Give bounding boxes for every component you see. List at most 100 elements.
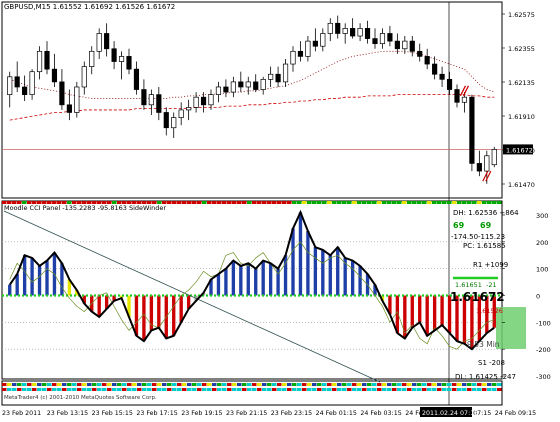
strip-color-cell bbox=[142, 388, 147, 391]
time-axis-label: 23 Feb 13:15 bbox=[47, 410, 88, 417]
strip-color-cell bbox=[102, 388, 107, 391]
time-axis-label: 23 Feb 21:15 bbox=[226, 410, 267, 417]
candle-bear bbox=[335, 22, 341, 34]
strip-color-cell bbox=[47, 383, 52, 386]
strip-color-cell bbox=[292, 388, 297, 391]
cci-axis-label: 0 bbox=[536, 293, 540, 301]
strip-color-cell bbox=[22, 383, 27, 386]
trend-color-cell bbox=[352, 201, 357, 204]
candle-bull bbox=[342, 28, 348, 34]
strip-color-cell bbox=[287, 388, 292, 391]
strip-color-cell bbox=[352, 383, 357, 386]
trend-color-cell bbox=[242, 201, 247, 204]
candle-bear bbox=[133, 68, 140, 90]
strip-color-cell bbox=[252, 388, 257, 391]
strip-color-cell bbox=[197, 383, 202, 386]
strip-color-cell bbox=[342, 388, 347, 391]
strip-color-cell bbox=[252, 383, 257, 386]
time-axis-label: 23 Feb 15:15 bbox=[92, 410, 133, 417]
strip-color-cell bbox=[177, 388, 182, 391]
trend-color-cell bbox=[322, 201, 327, 204]
strip-color-cell bbox=[417, 383, 422, 386]
strip-color-cell bbox=[302, 383, 307, 386]
strip-color-cell bbox=[212, 383, 217, 386]
strip-color-cell bbox=[322, 388, 327, 391]
strip-color-cell bbox=[22, 388, 27, 391]
strip-color-cell bbox=[62, 388, 67, 391]
candle-bear bbox=[44, 50, 50, 70]
strip-color-cell bbox=[137, 388, 142, 391]
price-axis-label: 1.62135 bbox=[508, 79, 535, 87]
strip-color-cell bbox=[62, 383, 67, 386]
candle-bear bbox=[14, 76, 20, 88]
candle-bear bbox=[156, 94, 162, 113]
current-price-label: 1.61672 bbox=[506, 146, 533, 154]
strip-color-cell bbox=[92, 383, 97, 386]
strip-color-cell bbox=[422, 383, 427, 386]
strip-color-cell bbox=[207, 388, 212, 391]
trend-color-cell bbox=[312, 201, 317, 204]
strip-color-cell bbox=[387, 383, 392, 386]
strip-color-cell bbox=[257, 383, 262, 386]
trend-color-cell bbox=[422, 201, 427, 204]
candle-bull bbox=[89, 50, 95, 67]
strip-color-cell bbox=[262, 388, 267, 391]
time-highlight-label: 2011.02.24 07:15 bbox=[422, 410, 478, 417]
strip-color-cell bbox=[7, 388, 12, 391]
strip-color-cell bbox=[432, 383, 437, 386]
strip-color-cell bbox=[222, 388, 227, 391]
strip-color-cell bbox=[27, 383, 32, 386]
strip-color-cell bbox=[412, 383, 417, 386]
ten-count-a: 69 bbox=[453, 221, 465, 230]
trend-color-cell bbox=[372, 201, 377, 204]
strip-color-cell bbox=[402, 383, 407, 386]
candle-bear bbox=[454, 89, 460, 103]
strip-color-cell bbox=[297, 388, 302, 391]
strip-color-cell bbox=[237, 383, 242, 386]
strip-color-cell bbox=[372, 388, 377, 391]
strip-color-cell bbox=[262, 383, 267, 386]
strip-color-cell bbox=[187, 388, 192, 391]
candle-bear bbox=[104, 33, 110, 50]
trend-color-cell bbox=[452, 201, 457, 204]
candle-bull bbox=[178, 109, 184, 118]
trend-color-cell bbox=[347, 201, 352, 204]
strip-color-cell bbox=[312, 388, 317, 391]
strip-color-cell bbox=[332, 388, 337, 391]
trend-color-cell bbox=[182, 201, 187, 204]
candle-bear bbox=[66, 104, 72, 113]
candle-bull bbox=[357, 28, 363, 37]
strip-color-cell bbox=[467, 383, 472, 386]
price-axis-label: 1.61470 bbox=[508, 181, 535, 189]
candle-bull bbox=[36, 50, 43, 73]
trend-color-cell bbox=[272, 201, 277, 204]
strip-color-cell bbox=[72, 388, 77, 391]
strip-color-cell bbox=[122, 383, 127, 386]
trend-color-cell bbox=[317, 201, 322, 204]
strip-color-cell bbox=[187, 383, 192, 386]
pivot-close-label: PC: 1.61585 bbox=[463, 242, 506, 250]
trend-color-cell bbox=[177, 201, 182, 204]
cci-axis-label: 200 bbox=[536, 239, 548, 247]
candle-bull bbox=[74, 86, 80, 113]
mt4-chart-window[interactable]: 1.625751.623551.621351.619101.616901.614… bbox=[0, 0, 560, 420]
candle-bull bbox=[215, 86, 222, 95]
strip-color-cell bbox=[192, 388, 197, 391]
trend-color-cell bbox=[457, 201, 462, 204]
candle-bull bbox=[7, 76, 13, 95]
trend-color-cell bbox=[447, 201, 452, 204]
strip-color-cell bbox=[17, 383, 22, 386]
strip-color-cell bbox=[202, 388, 207, 391]
candle-bull bbox=[491, 149, 497, 166]
trend-color-cell bbox=[212, 201, 217, 204]
strip-color-cell bbox=[57, 383, 62, 386]
cci-value-b: -115.23 bbox=[478, 233, 506, 241]
candle-bull bbox=[379, 33, 386, 45]
strip-color-cell bbox=[37, 388, 42, 391]
strip-color-cell bbox=[457, 383, 462, 386]
strip-color-cell bbox=[352, 388, 357, 391]
strip-color-cell bbox=[497, 388, 502, 391]
strip-color-cell bbox=[142, 383, 147, 386]
cci-axis-label: -300 bbox=[536, 373, 551, 381]
candle-bear bbox=[424, 56, 430, 65]
